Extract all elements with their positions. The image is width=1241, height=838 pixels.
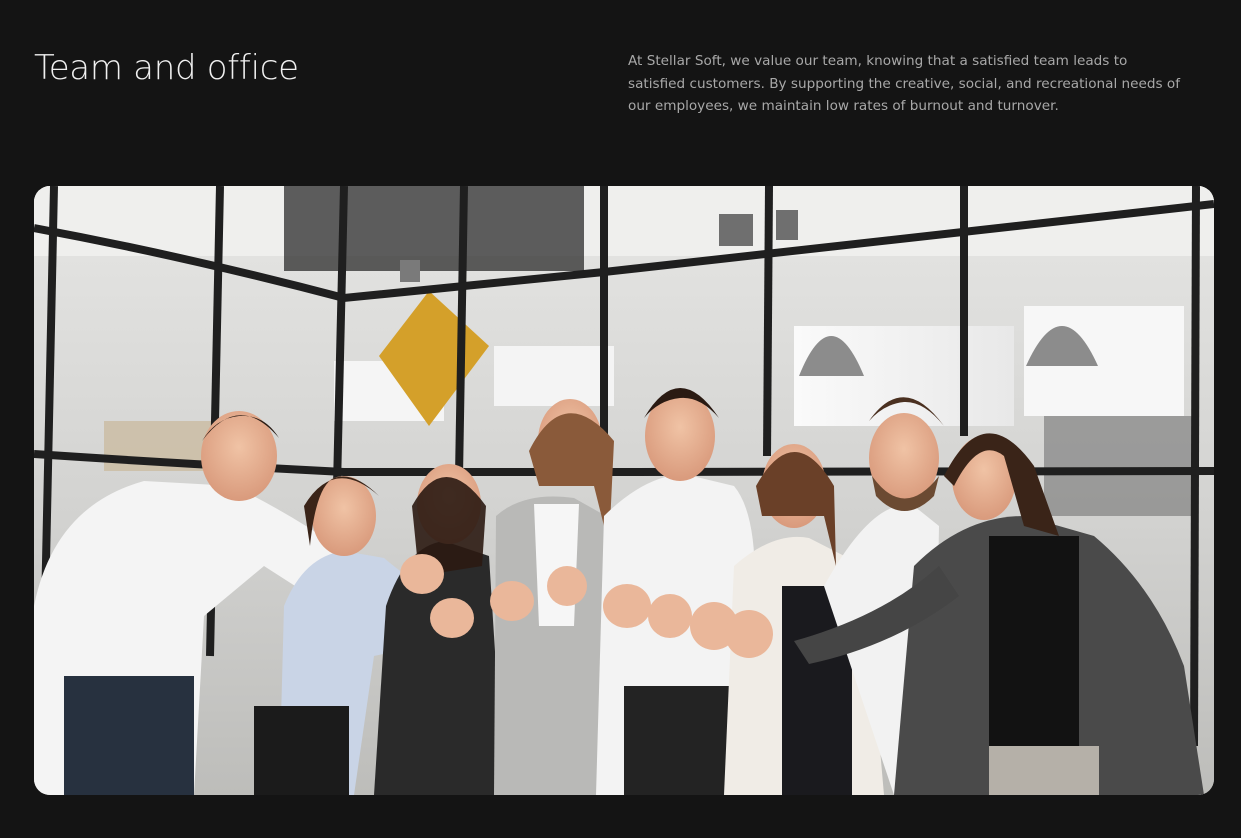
section-title: Team and office	[34, 48, 299, 88]
section-description: At Stellar Soft, we value our team, know…	[628, 53, 1181, 114]
team-office-section: Team and office At Stellar Soft, we valu…	[0, 0, 1241, 838]
team-photo	[34, 186, 1214, 795]
